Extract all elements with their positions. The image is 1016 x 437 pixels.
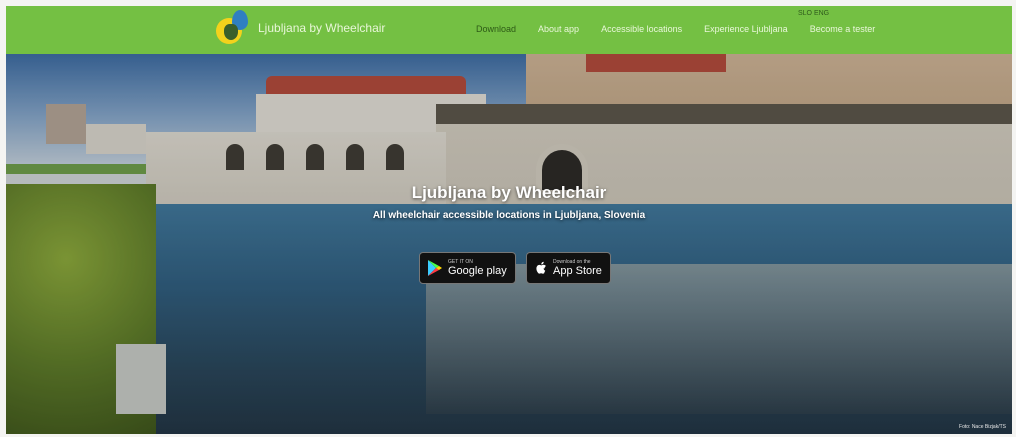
navbar: Ljubljana by Wheelchair Download About a… <box>6 6 1012 54</box>
google-play-label: Google play <box>448 264 507 277</box>
page-frame: Ljubljana by Wheelchair Download About a… <box>6 6 1012 434</box>
google-play-icon <box>428 260 442 276</box>
nav-link-experience[interactable]: Experience Ljubljana <box>704 24 788 34</box>
nav-link-locations[interactable]: Accessible locations <box>601 24 682 34</box>
language-switcher[interactable]: SLO ENG <box>798 10 829 17</box>
app-store-label: App Store <box>553 264 602 277</box>
hero-title: Ljubljana by Wheelchair <box>411 183 607 202</box>
app-store-button[interactable]: Download on the App Store <box>526 252 611 284</box>
photo-credit: Foto: Nace Bizjak/TS <box>959 424 1006 430</box>
hero-subtitle: All wheelchair accessible locations in L… <box>372 210 646 221</box>
nav-link-download[interactable]: Download <box>476 24 516 34</box>
app-logo-icon <box>216 10 250 46</box>
hero-overlay <box>6 54 1012 434</box>
nav-link-tester[interactable]: Become a tester <box>810 24 876 34</box>
google-play-button[interactable]: GET IT ON Google play <box>419 252 516 284</box>
brand-name: Ljubljana by Wheelchair <box>258 21 386 35</box>
brand-link[interactable]: Ljubljana by Wheelchair <box>216 10 385 46</box>
nav-link-about[interactable]: About app <box>538 24 579 34</box>
nav-links: Download About app Accessible locations … <box>476 24 875 34</box>
hero-section: Ljubljana by Wheelchair All wheelchair a… <box>6 54 1012 434</box>
apple-icon <box>536 261 546 274</box>
